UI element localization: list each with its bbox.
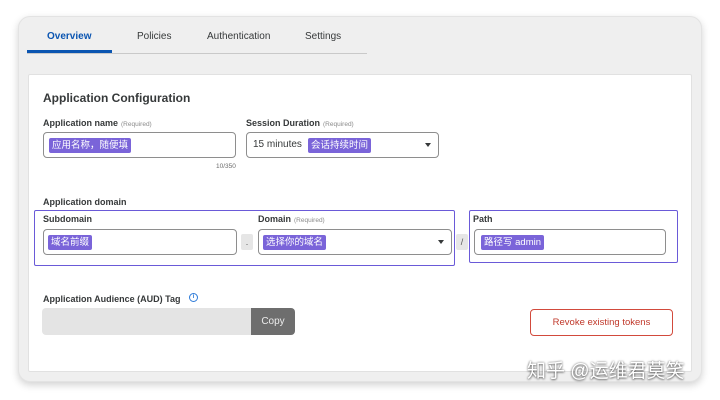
tab-bar: Overview Policies Authentication Setting… — [27, 28, 367, 54]
dot-separator: . — [241, 234, 253, 250]
domain-label-text: Domain — [258, 214, 292, 224]
tab-settings[interactable]: Settings — [305, 28, 341, 54]
session-duration-label: Session Duration (Required) — [246, 118, 354, 128]
session-duration-annotation: 会话持续时间 — [308, 138, 372, 153]
app-name-value: 应用名称，随便填 — [49, 138, 132, 153]
info-icon[interactable]: i — [189, 293, 198, 302]
required-note: (Required) — [121, 121, 152, 128]
required-note: (Required) — [323, 121, 354, 128]
subdomain-label: Subdomain — [43, 214, 92, 224]
session-duration-value: 15 minutes — [253, 139, 302, 150]
slash-separator: / — [456, 234, 468, 250]
path-value: 路径写 admin — [481, 235, 545, 250]
tab-policies[interactable]: Policies — [137, 28, 171, 54]
subdomain-input[interactable]: 域名前缀 — [43, 229, 237, 255]
app-name-input[interactable]: 应用名称，随便填 — [43, 132, 236, 158]
domain-value: 选择你的域名 — [263, 235, 327, 250]
app-name-label: Application name (Required) — [43, 118, 152, 128]
domain-select[interactable]: 选择你的域名 — [258, 229, 452, 255]
app-domain-label: Application domain — [43, 197, 127, 207]
tab-authentication[interactable]: Authentication — [207, 28, 270, 54]
path-label: Path — [473, 214, 493, 224]
required-note: (Required) — [294, 217, 325, 224]
section-title: Application Configuration — [43, 91, 191, 105]
subdomain-value: 域名前缀 — [48, 235, 93, 250]
aud-tag-field[interactable] — [42, 308, 252, 335]
domain-label: Domain (Required) — [258, 214, 325, 224]
session-duration-label-text: Session Duration — [246, 118, 321, 128]
app-name-label-text: Application name — [43, 118, 119, 128]
chevron-down-icon — [425, 143, 431, 147]
revoke-tokens-button[interactable]: Revoke existing tokens — [530, 309, 673, 336]
path-input[interactable]: 路径写 admin — [474, 229, 666, 255]
watermark: 知乎 @运维君莫笑 — [527, 361, 685, 382]
active-tab-indicator — [27, 50, 112, 53]
chevron-down-icon — [438, 240, 444, 244]
aud-tag-label: Application Audience (AUD) Tag — [43, 294, 181, 304]
char-counter: 10/350 — [216, 163, 236, 170]
session-duration-select[interactable]: 15 minutes 会话持续时间 — [246, 132, 439, 158]
copy-button[interactable]: Copy — [251, 308, 295, 335]
